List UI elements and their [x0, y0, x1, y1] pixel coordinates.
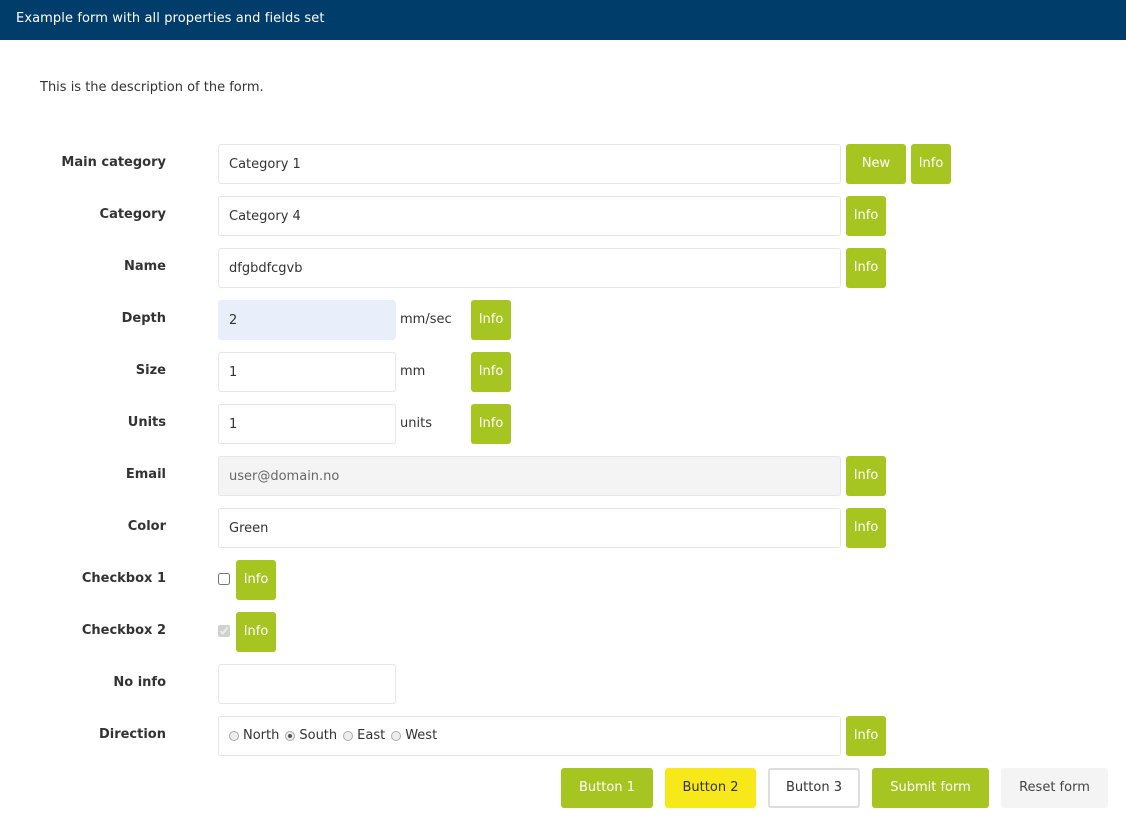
direction-option-north[interactable]: North — [229, 717, 279, 755]
radio-button-icon[interactable] — [229, 731, 239, 741]
checkbox1-label: Checkbox 1 — [81, 571, 166, 586]
button-1[interactable]: Button 1 — [561, 768, 653, 808]
checkbox1[interactable] — [218, 573, 230, 585]
size-input[interactable] — [218, 352, 396, 392]
button-2[interactable]: Button 2 — [665, 768, 756, 808]
direction-info-button[interactable]: Info — [846, 716, 886, 756]
submit-form-button[interactable]: Submit form — [872, 768, 989, 808]
name-info-button[interactable]: Info — [846, 248, 886, 288]
email-info-button[interactable]: Info — [846, 456, 886, 496]
direction-label: Direction — [98, 727, 166, 742]
form-description: This is the description of the form. — [40, 80, 264, 95]
category-info-button[interactable]: Info — [846, 196, 886, 236]
header-bar: Example form with all properties and fie… — [0, 0, 1126, 40]
main-category-info-button[interactable]: Info — [911, 144, 951, 184]
button-3[interactable]: Button 3 — [768, 768, 860, 808]
checkbox1-info-button[interactable]: Info — [236, 560, 276, 600]
name-label: Name — [123, 259, 166, 274]
direction-option-label: North — [243, 728, 280, 743]
checkbox2-label: Checkbox 2 — [81, 623, 166, 638]
checkbox2-info-button[interactable]: Info — [236, 612, 276, 652]
radio-button-icon[interactable] — [343, 731, 354, 741]
color-label: Color — [127, 519, 166, 534]
depth-label: Depth — [121, 311, 166, 326]
email-input[interactable] — [218, 456, 841, 496]
radio-button-icon[interactable] — [391, 731, 402, 741]
direction-option-west[interactable]: West — [391, 717, 437, 755]
depth-input[interactable] — [218, 300, 396, 340]
color-input[interactable] — [218, 508, 841, 548]
no-info-label: No info — [113, 675, 166, 690]
units-input[interactable] — [218, 404, 396, 444]
direction-option-east[interactable]: East — [343, 717, 385, 755]
color-info-button[interactable]: Info — [846, 508, 886, 548]
size-unit: mm — [400, 364, 426, 379]
email-label: Email — [125, 467, 166, 482]
name-input[interactable] — [218, 248, 841, 288]
new-category-button[interactable]: New — [846, 144, 906, 184]
radio-button-icon[interactable] — [285, 731, 296, 741]
size-info-button[interactable]: Info — [471, 352, 511, 392]
direction-option-label: South — [299, 728, 338, 743]
direction-radio-group: North South East West — [218, 716, 841, 756]
category-input[interactable] — [218, 196, 841, 236]
units-label: Units — [127, 415, 166, 430]
depth-unit: mm/sec — [400, 312, 452, 327]
direction-option-label: West — [405, 728, 438, 743]
checkbox2[interactable] — [218, 625, 230, 637]
form-title: Example form with all properties and fie… — [16, 11, 325, 26]
units-unit: units — [400, 416, 432, 431]
no-info-input[interactable] — [218, 664, 396, 704]
size-label: Size — [135, 363, 166, 378]
direction-option-label: East — [357, 728, 386, 743]
depth-info-button[interactable]: Info — [471, 300, 511, 340]
reset-form-button[interactable]: Reset form — [1001, 768, 1108, 808]
direction-option-south[interactable]: South — [285, 717, 337, 755]
main-category-input[interactable] — [218, 144, 841, 184]
main-category-label: Main category — [61, 155, 166, 170]
units-info-button[interactable]: Info — [471, 404, 511, 444]
category-label: Category — [99, 207, 166, 222]
